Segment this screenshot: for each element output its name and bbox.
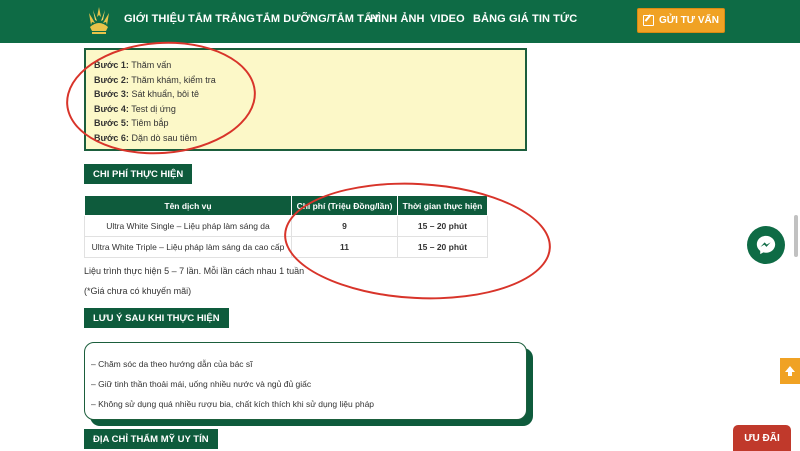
address-section-heading: ĐỊA CHỈ THẨM MỸ UY TÍN <box>84 429 218 449</box>
nav-gioi-thieu[interactable]: GIỚI THIỆU <box>124 13 185 25</box>
price-disclaimer: (*Giá chưa có khuyến mãi) <box>84 286 192 296</box>
table-cell: Ultra White Single – Liệu pháp làm sáng … <box>84 215 292 237</box>
step-1: Bước 1: Thăm vấn <box>94 60 172 70</box>
nav-tam-duong[interactable]: TẮM DƯỠNG/TẮM TẨY <box>256 13 379 25</box>
aftercare-section-heading: LƯU Ý SAU KHI THỰC HIỆN <box>84 308 229 328</box>
messenger-button[interactable] <box>747 226 785 264</box>
step-2: Bước 2: Thăm khám, kiểm tra <box>94 74 216 85</box>
messenger-icon <box>756 235 776 255</box>
table-header: Thời gian thực hiện <box>397 195 488 216</box>
procedure-steps-box: Bước 1: Thăm vấn Bước 2: Thăm khám, kiểm… <box>84 48 527 151</box>
arrow-up-icon <box>785 366 795 376</box>
step-4: Bước 4: Test dị ứng <box>94 103 176 114</box>
logo-icon[interactable] <box>84 5 114 37</box>
table-header: Tên dịch vụ <box>84 195 292 216</box>
promo-tab[interactable]: ƯU ĐÃI <box>733 425 791 451</box>
table-cell: 9 <box>291 215 398 237</box>
edit-icon <box>643 15 655 26</box>
list-item: – Không sử dụng quá nhiều rượu bia, chất… <box>91 399 375 409</box>
course-note: Liệu trình thực hiện 5 – 7 lần. Mỗi lần … <box>84 266 305 276</box>
nav-tam-trang[interactable]: TẮM TRẮNG <box>188 13 255 25</box>
nav-hinh-anh[interactable]: HÌNH ẢNH <box>370 13 425 25</box>
nav-video[interactable]: VIDEO <box>430 13 465 25</box>
table-cell: 15 – 20 phút <box>397 215 488 237</box>
price-table: Tên dịch vụ Chi phí (Triệu Đồng/lần) Thờ… <box>84 195 488 258</box>
step-6: Bước 6: Dặn dò sau tiêm <box>94 132 197 143</box>
cost-section-heading: CHI PHÍ THỰC HIỆN <box>84 164 193 184</box>
list-item: – Giữ tinh thần thoải mái, uống nhiều nư… <box>91 379 312 389</box>
list-item: – Chăm sóc da theo hướng dẫn của bác sĩ <box>91 359 253 369</box>
send-consult-label: GỬI TƯ VẤN <box>659 15 719 26</box>
send-consult-button[interactable]: GỬI TƯ VẤN <box>637 8 725 33</box>
table-cell: Ultra White Triple – Liệu pháp làm sáng … <box>84 236 292 258</box>
nav-tin-tuc[interactable]: TIN TỨC <box>532 13 577 25</box>
top-navbar: GIỚI THIỆU TẮM TRẮNG TẮM DƯỠNG/TẮM TẨY H… <box>0 0 800 43</box>
step-5: Bước 5: Tiêm bắp <box>94 118 169 128</box>
scrollbar-thumb[interactable] <box>794 215 798 257</box>
table-header: Chi phí (Triệu Đồng/lần) <box>291 195 398 216</box>
scroll-top-button[interactable] <box>780 358 800 384</box>
table-header-row: Tên dịch vụ Chi phí (Triệu Đồng/lần) Thờ… <box>84 195 488 216</box>
step-3: Bước 3: Sát khuẩn, bôi tê <box>94 89 199 99</box>
aftercare-notes-box: – Chăm sóc da theo hướng dẫn của bác sĩ … <box>84 342 527 420</box>
table-row: Ultra White Single – Liệu pháp làm sáng … <box>84 215 488 237</box>
table-row: Ultra White Triple – Liệu pháp làm sáng … <box>84 236 488 258</box>
table-cell: 11 <box>291 236 398 258</box>
nav-bang-gia[interactable]: BẢNG GIÁ <box>473 13 529 25</box>
table-cell: 15 – 20 phút <box>397 236 488 258</box>
